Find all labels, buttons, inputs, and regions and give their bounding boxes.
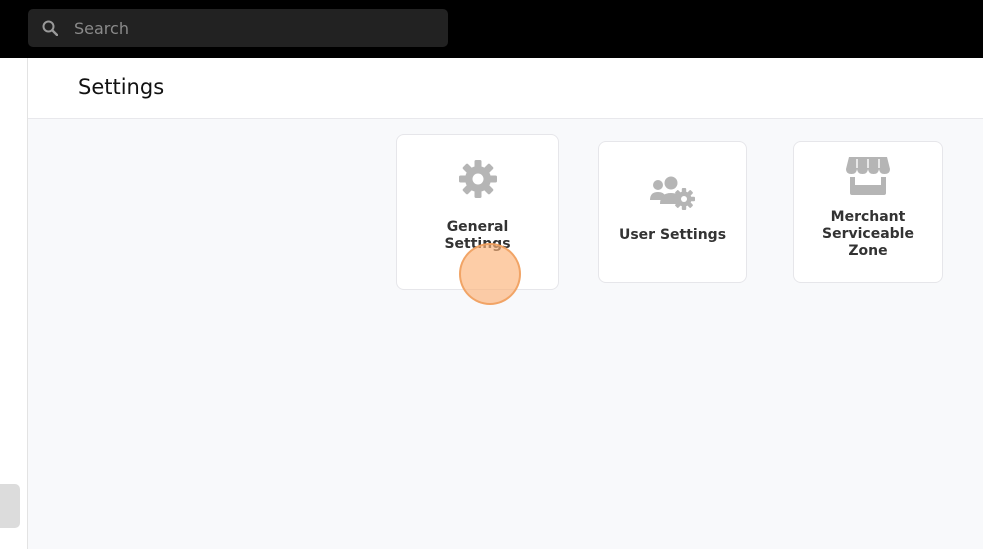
store-icon [846,157,890,195]
sidebar [0,58,28,549]
user-settings-card[interactable]: User Settings [598,141,747,283]
page-title: Settings [78,75,165,99]
general-settings-card[interactable]: General Settings [396,134,559,290]
gear-icon [458,160,497,198]
sidebar-toggle-handle[interactable] [0,484,20,528]
user-settings-label: User Settings [618,227,727,243]
general-settings-label: General Settings [444,219,511,252]
users-gear-icon [649,176,695,210]
search-icon [42,20,58,36]
merchant-serviceable-zone-label: Merchant Serviceable Zone [822,209,914,259]
search-input[interactable] [74,9,434,47]
page-header: Settings [28,58,983,119]
top-bar [0,0,983,58]
search-box[interactable] [28,9,448,47]
merchant-serviceable-zone-card[interactable]: Merchant Serviceable Zone [793,141,943,283]
